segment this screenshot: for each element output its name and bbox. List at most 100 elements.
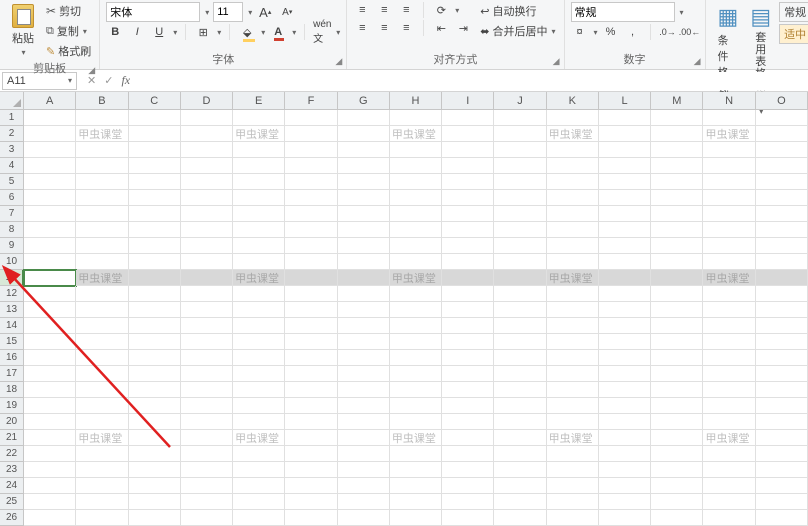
cell[interactable] bbox=[390, 398, 442, 414]
row-header[interactable]: 1 bbox=[0, 110, 24, 126]
cell[interactable] bbox=[599, 142, 651, 158]
cell[interactable]: 甲虫课堂 bbox=[233, 126, 285, 142]
cell[interactable] bbox=[651, 462, 703, 478]
cell[interactable] bbox=[285, 158, 337, 174]
align-right-button[interactable]: ≡ bbox=[397, 20, 415, 36]
cell[interactable]: 甲虫课堂 bbox=[703, 270, 755, 286]
cell[interactable] bbox=[442, 158, 494, 174]
row-header[interactable]: 2 bbox=[0, 126, 24, 142]
increase-decimal-button[interactable]: .0→ bbox=[659, 24, 677, 40]
cell[interactable] bbox=[76, 286, 128, 302]
align-center-button[interactable]: ≡ bbox=[375, 20, 393, 36]
cell[interactable] bbox=[547, 174, 599, 190]
formula-input[interactable] bbox=[138, 72, 808, 90]
column-header[interactable]: E bbox=[233, 92, 285, 110]
cell[interactable] bbox=[76, 110, 128, 126]
cell[interactable] bbox=[181, 286, 233, 302]
cell[interactable] bbox=[390, 382, 442, 398]
cell[interactable] bbox=[547, 286, 599, 302]
cell[interactable] bbox=[338, 302, 390, 318]
cell[interactable] bbox=[599, 478, 651, 494]
cell[interactable] bbox=[651, 510, 703, 526]
cell[interactable] bbox=[24, 190, 76, 206]
cell[interactable] bbox=[390, 206, 442, 222]
cell[interactable]: 甲虫课堂 bbox=[390, 126, 442, 142]
cell[interactable] bbox=[24, 158, 76, 174]
cell[interactable] bbox=[285, 510, 337, 526]
italic-button[interactable]: I bbox=[128, 24, 146, 40]
cell[interactable] bbox=[703, 414, 755, 430]
cell[interactable] bbox=[181, 270, 233, 286]
cell[interactable] bbox=[338, 510, 390, 526]
column-header[interactable]: D bbox=[181, 92, 233, 110]
cell[interactable] bbox=[76, 142, 128, 158]
cell[interactable] bbox=[442, 446, 494, 462]
cell[interactable] bbox=[651, 270, 703, 286]
cell[interactable] bbox=[651, 126, 703, 142]
cell[interactable] bbox=[233, 110, 285, 126]
cell[interactable] bbox=[703, 510, 755, 526]
cell[interactable] bbox=[24, 494, 76, 510]
cell[interactable] bbox=[338, 222, 390, 238]
cell[interactable] bbox=[442, 318, 494, 334]
cell[interactable] bbox=[703, 302, 755, 318]
bold-button[interactable]: B bbox=[106, 24, 124, 40]
row-header[interactable]: 15 bbox=[0, 334, 24, 350]
cell[interactable] bbox=[390, 366, 442, 382]
dialog-launcher-icon[interactable]: ◢ bbox=[553, 56, 560, 67]
cell[interactable] bbox=[76, 350, 128, 366]
cell[interactable] bbox=[599, 494, 651, 510]
cell[interactable] bbox=[233, 462, 285, 478]
cell[interactable] bbox=[338, 270, 390, 286]
cell[interactable] bbox=[338, 206, 390, 222]
cell[interactable] bbox=[442, 350, 494, 366]
cell[interactable] bbox=[494, 366, 546, 382]
cell[interactable] bbox=[442, 478, 494, 494]
cell[interactable] bbox=[442, 382, 494, 398]
cell[interactable] bbox=[390, 318, 442, 334]
cell[interactable] bbox=[129, 398, 181, 414]
cell[interactable] bbox=[703, 190, 755, 206]
cell[interactable] bbox=[599, 334, 651, 350]
row-header[interactable]: 19 bbox=[0, 398, 24, 414]
cell[interactable] bbox=[494, 110, 546, 126]
cell[interactable] bbox=[442, 286, 494, 302]
cell[interactable] bbox=[756, 158, 808, 174]
copy-button[interactable]: 复制▾ bbox=[44, 22, 93, 40]
column-header[interactable]: J bbox=[494, 92, 546, 110]
cell[interactable] bbox=[599, 350, 651, 366]
cell[interactable] bbox=[547, 238, 599, 254]
cell[interactable] bbox=[756, 446, 808, 462]
cell[interactable] bbox=[233, 238, 285, 254]
cell[interactable] bbox=[390, 510, 442, 526]
cell[interactable] bbox=[129, 510, 181, 526]
cell[interactable] bbox=[547, 302, 599, 318]
cell[interactable] bbox=[442, 238, 494, 254]
cell[interactable] bbox=[547, 478, 599, 494]
cell[interactable] bbox=[181, 110, 233, 126]
cell[interactable] bbox=[756, 222, 808, 238]
cell[interactable] bbox=[547, 382, 599, 398]
cell[interactable] bbox=[76, 510, 128, 526]
cell[interactable] bbox=[442, 462, 494, 478]
row-header[interactable]: 18 bbox=[0, 382, 24, 398]
column-header[interactable]: M bbox=[651, 92, 703, 110]
paste-button[interactable]: 粘贴 ▾ bbox=[6, 2, 40, 59]
cell[interactable] bbox=[390, 142, 442, 158]
cell[interactable] bbox=[129, 494, 181, 510]
cell[interactable] bbox=[442, 510, 494, 526]
cell[interactable] bbox=[338, 238, 390, 254]
cell[interactable] bbox=[233, 510, 285, 526]
cell[interactable] bbox=[285, 206, 337, 222]
cell[interactable] bbox=[390, 350, 442, 366]
currency-button[interactable]: ¤ bbox=[571, 24, 589, 40]
cell[interactable] bbox=[285, 446, 337, 462]
cell[interactable] bbox=[756, 190, 808, 206]
cell[interactable] bbox=[129, 238, 181, 254]
cell[interactable] bbox=[442, 174, 494, 190]
cell[interactable] bbox=[390, 286, 442, 302]
cell[interactable] bbox=[599, 254, 651, 270]
cell[interactable] bbox=[76, 494, 128, 510]
cell[interactable] bbox=[494, 238, 546, 254]
cell[interactable] bbox=[547, 222, 599, 238]
